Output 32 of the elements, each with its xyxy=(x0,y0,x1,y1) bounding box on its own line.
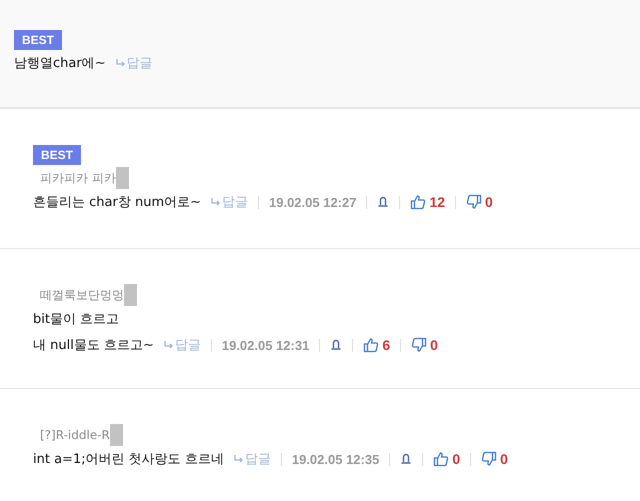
best-badge: BEST xyxy=(14,30,62,50)
comment-text: 남행열char에~ xyxy=(14,55,106,72)
dislike-button[interactable]: 0 xyxy=(411,337,438,353)
reply-arrow-icon xyxy=(164,341,174,349)
reply-arrow-icon xyxy=(211,198,221,206)
thumbs-up-icon xyxy=(433,451,450,467)
author-name: [?]R-iddle-R xyxy=(40,428,110,442)
author-name: 떼껄룩보단멍멍 xyxy=(40,286,124,304)
reply-arrow-icon xyxy=(234,455,244,463)
comment-text: bit물이 흐르고 xyxy=(33,311,120,328)
reply-arrow-icon xyxy=(116,59,126,67)
thumbs-up-icon xyxy=(363,337,380,353)
comment-date: 19.02.05 12:31 xyxy=(222,338,310,352)
like-button[interactable]: 12 xyxy=(410,194,446,210)
comment-text: 흔들리는 char창 num어로~ xyxy=(33,194,201,211)
like-button[interactable]: 6 xyxy=(363,337,390,353)
report-bell-icon[interactable] xyxy=(377,196,390,208)
report-bell-icon[interactable] xyxy=(330,339,342,351)
comment-date: 19.02.05 12:35 xyxy=(292,452,380,466)
thumbs-down-icon xyxy=(481,451,498,467)
report-bell-icon[interactable] xyxy=(400,453,412,465)
comment-text: 내 null물도 흐르고~ xyxy=(33,337,154,354)
dislike-button[interactable]: 0 xyxy=(481,451,508,467)
comment-text: int a=1;어버린 첫사랑도 흐르네 xyxy=(33,451,224,468)
thumbs-down-icon xyxy=(411,337,428,353)
like-button[interactable]: 0 xyxy=(433,451,460,467)
author-name: 피카피카 피카 xyxy=(40,170,116,186)
thumbs-up-icon xyxy=(410,194,426,210)
dislike-button[interactable]: 0 xyxy=(466,194,493,210)
best-badge: BEST xyxy=(33,145,82,165)
comment-date: 19.02.05 12:27 xyxy=(269,194,356,210)
thumbs-down-icon xyxy=(466,194,482,210)
